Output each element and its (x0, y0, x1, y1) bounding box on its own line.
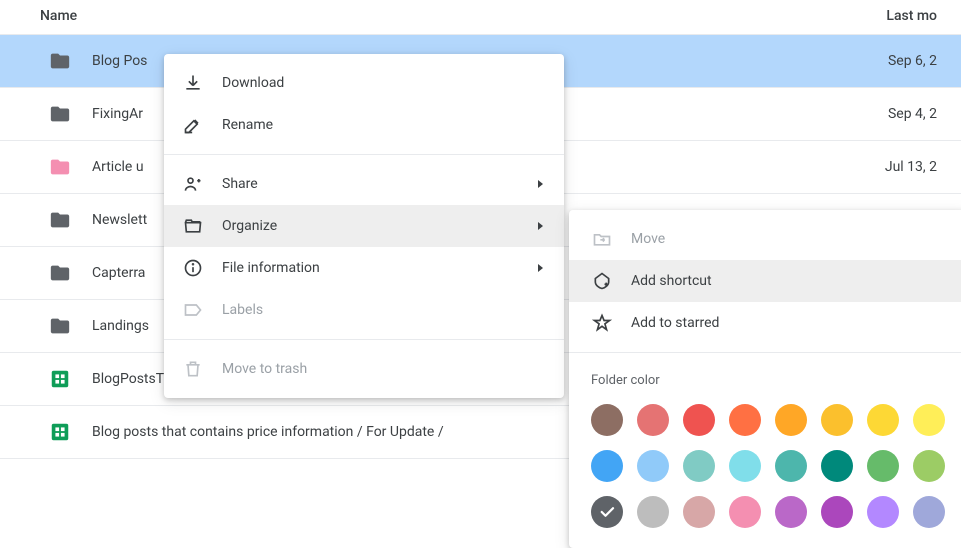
menu-label: Move to trash (222, 361, 546, 377)
color-swatch[interactable] (867, 496, 899, 528)
color-swatch[interactable] (637, 450, 669, 482)
file-date: Sep 6, 2 (888, 53, 937, 69)
chevron-right-icon (536, 179, 546, 189)
color-swatch[interactable] (683, 450, 715, 482)
chevron-right-icon (536, 221, 546, 231)
sheet-icon (48, 420, 72, 444)
menu-label: File information (222, 260, 536, 276)
share-icon (182, 173, 204, 195)
folder-color-heading: Folder color (569, 361, 961, 404)
file-date: Jul 13, 2 (885, 159, 937, 175)
submenu-add-shortcut[interactable]: Add shortcut (569, 260, 961, 302)
download-icon (182, 72, 204, 94)
menu-rename[interactable]: Rename (164, 104, 564, 146)
star-icon (591, 312, 613, 334)
file-date: Sep 4, 2 (888, 106, 937, 122)
menu-label: Labels (222, 302, 546, 318)
color-swatch[interactable] (913, 404, 945, 436)
menu-move-to-trash: Move to trash (164, 348, 564, 390)
color-swatch[interactable] (775, 404, 807, 436)
folder-icon (48, 102, 72, 126)
folder-icon (48, 49, 72, 73)
color-swatch[interactable] (683, 404, 715, 436)
divider (164, 339, 564, 340)
color-swatch[interactable] (821, 496, 853, 528)
color-swatch[interactable] (913, 450, 945, 482)
color-swatch[interactable] (913, 496, 945, 528)
color-swatch[interactable] (729, 450, 761, 482)
divider (164, 154, 564, 155)
color-swatch[interactable] (637, 404, 669, 436)
color-grid (569, 404, 961, 528)
color-swatch[interactable] (821, 450, 853, 482)
color-swatch[interactable] (775, 450, 807, 482)
info-icon (182, 257, 204, 279)
context-menu: Download Rename Share Organize File info… (164, 54, 564, 398)
color-swatch[interactable] (683, 496, 715, 528)
menu-label: Move (631, 231, 947, 247)
menu-label: Add to starred (631, 315, 947, 331)
menu-share[interactable]: Share (164, 163, 564, 205)
color-swatch[interactable] (591, 404, 623, 436)
folder-icon (48, 155, 72, 179)
menu-download[interactable]: Download (164, 62, 564, 104)
trash-icon (182, 358, 204, 380)
color-swatch[interactable] (591, 450, 623, 482)
folder-icon (48, 261, 72, 285)
color-swatch[interactable] (591, 496, 623, 528)
color-swatch[interactable] (867, 450, 899, 482)
folder-icon (48, 208, 72, 232)
chevron-right-icon (536, 263, 546, 273)
column-header-modified[interactable]: Last mo (886, 8, 937, 24)
color-swatch[interactable] (775, 496, 807, 528)
submenu-move: Move (569, 218, 961, 260)
menu-labels: Labels (164, 289, 564, 331)
sheet-icon (48, 367, 72, 391)
color-swatch[interactable] (821, 404, 853, 436)
submenu-add-to-starred[interactable]: Add to starred (569, 302, 961, 344)
color-swatch[interactable] (637, 496, 669, 528)
label-icon (182, 299, 204, 321)
folder-icon (48, 314, 72, 338)
organize-submenu: Move Add shortcut Add to starred Folder … (569, 210, 961, 548)
color-swatch[interactable] (729, 404, 761, 436)
menu-label: Organize (222, 218, 536, 234)
move-icon (591, 228, 613, 250)
menu-label: Rename (222, 117, 546, 133)
shortcut-icon (591, 270, 613, 292)
table-header: Name Last mo (0, 0, 961, 35)
organize-icon (182, 215, 204, 237)
color-swatch[interactable] (867, 404, 899, 436)
menu-file-information[interactable]: File information (164, 247, 564, 289)
menu-label: Download (222, 75, 546, 91)
menu-label: Share (222, 176, 536, 192)
color-swatch[interactable] (729, 496, 761, 528)
divider (569, 352, 961, 353)
column-header-name[interactable]: Name (40, 8, 886, 24)
menu-organize[interactable]: Organize (164, 205, 564, 247)
rename-icon (182, 114, 204, 136)
menu-label: Add shortcut (631, 273, 947, 289)
